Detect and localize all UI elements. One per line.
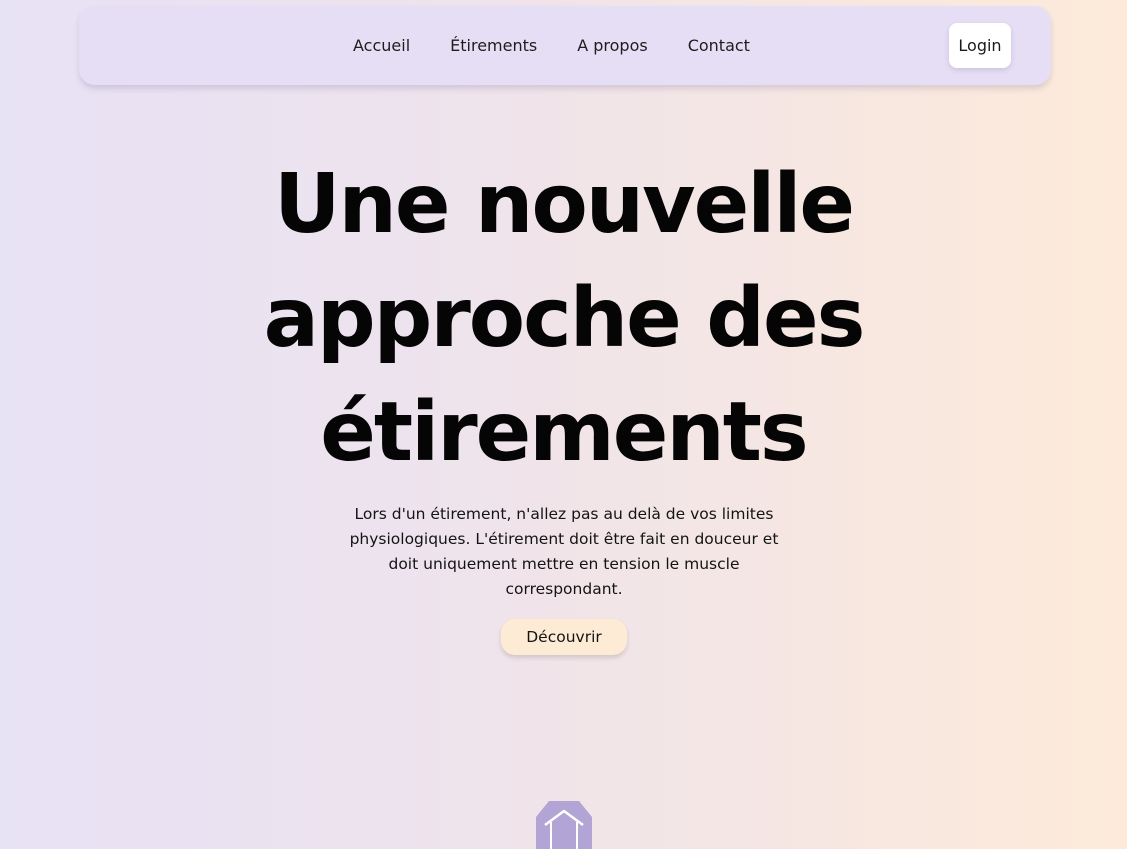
navbar: Accueil Étirements A propos Contact Logi… bbox=[79, 6, 1051, 85]
nav-link-a-propos[interactable]: A propos bbox=[577, 36, 647, 56]
house-badge-icon[interactable] bbox=[535, 797, 593, 849]
hero-title: Une nouvelle approche des étirements bbox=[263, 157, 866, 480]
hero-description: Lors d'un étirement, n'allez pas au delà… bbox=[349, 505, 779, 598]
nav-link-contact[interactable]: Contact bbox=[688, 36, 750, 56]
nav-link-etirements[interactable]: Étirements bbox=[450, 36, 537, 56]
login-button[interactable]: Login bbox=[949, 23, 1011, 68]
nav-link-accueil[interactable]: Accueil bbox=[353, 36, 410, 56]
nav-links: Accueil Étirements A propos Contact bbox=[353, 36, 750, 56]
discover-button[interactable]: Découvrir bbox=[501, 619, 627, 655]
